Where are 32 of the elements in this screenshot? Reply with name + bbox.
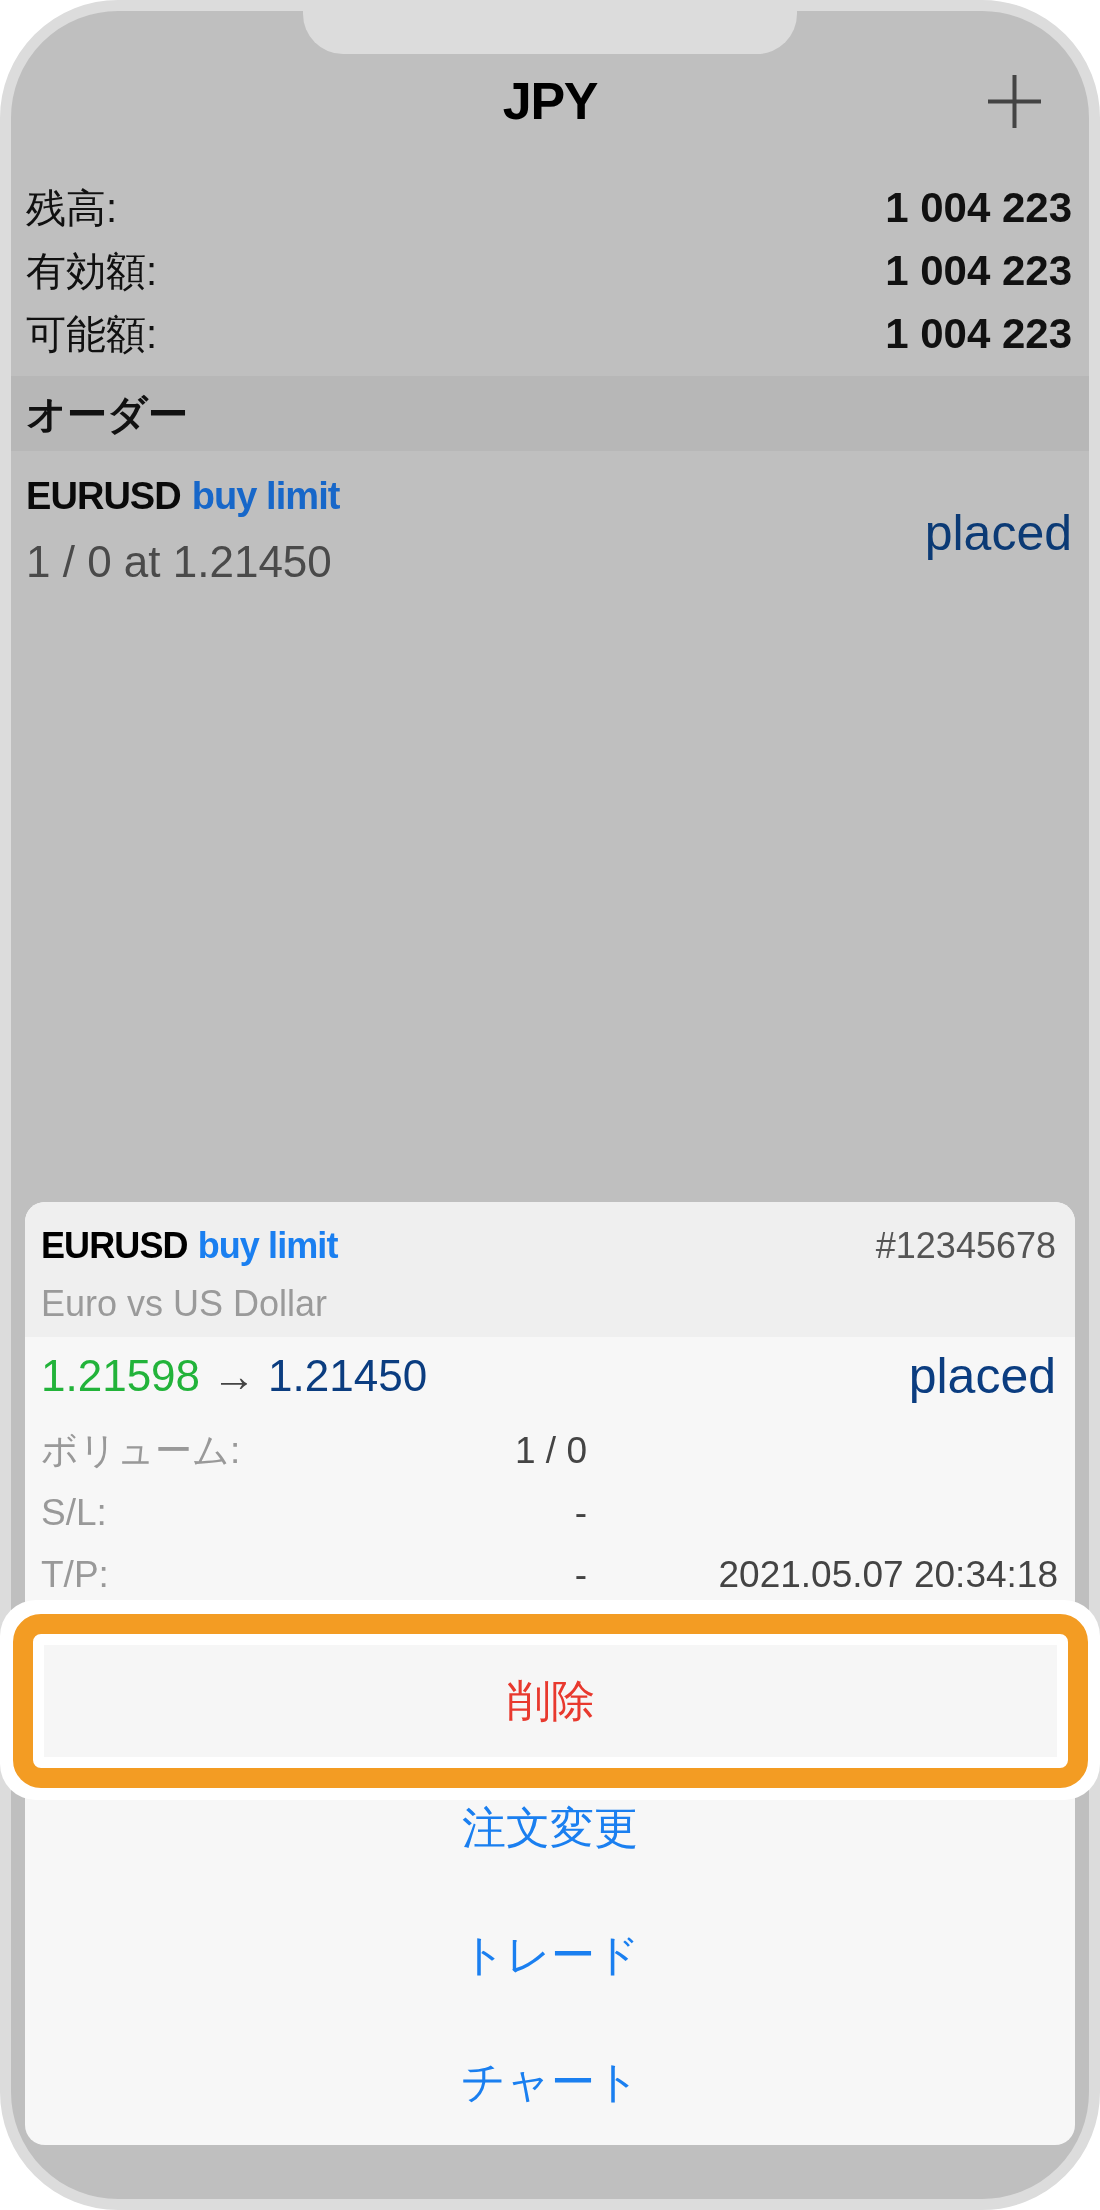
account-value: 1 004 223 xyxy=(885,309,1072,359)
action-button[interactable]: 削除 xyxy=(44,1645,1057,1757)
price-from: 1.21598 xyxy=(41,1350,201,1402)
account-value: 1 004 223 xyxy=(885,246,1072,296)
account-label: 可能額: xyxy=(26,310,158,358)
action-button[interactable]: チャート xyxy=(25,2018,1075,2145)
plus-icon[interactable] xyxy=(988,75,1041,128)
order-details: 1 / 0 at 1.21450 xyxy=(26,536,333,588)
order-type: buy limit xyxy=(191,474,340,519)
ticket-number: #12345678 xyxy=(875,1224,1056,1268)
action-button[interactable]: トレード xyxy=(25,1891,1075,2018)
field-value: - xyxy=(574,1491,587,1535)
action-button[interactable]: 注文変更 xyxy=(25,1800,1075,1891)
section-title: オーダー xyxy=(26,390,188,438)
field-label: S/L: xyxy=(41,1491,107,1535)
sheet-status: placed xyxy=(908,1348,1056,1404)
account-label: 残高: xyxy=(26,184,118,232)
field-label: ボリューム: xyxy=(41,1429,241,1473)
order-time: 2021.05.07 20:34:18 xyxy=(718,1553,1058,1597)
order-symbol: EURUSD xyxy=(26,474,181,519)
symbol-description: Euro vs US Dollar xyxy=(41,1283,328,1324)
price-to: 1.21450 xyxy=(268,1350,428,1402)
order-status: placed xyxy=(924,503,1072,563)
field-value: 1 / 0 xyxy=(515,1429,587,1473)
account-label: 有効額: xyxy=(26,247,158,295)
field-label: T/P: xyxy=(41,1553,109,1597)
field-value: - xyxy=(574,1553,587,1597)
price-arrow: → xyxy=(212,1350,257,1402)
screen-title: JPY xyxy=(502,73,598,129)
sheet-type: buy limit xyxy=(197,1224,338,1268)
sheet-symbol: EURUSD xyxy=(41,1224,188,1268)
account-value: 1 004 223 xyxy=(885,183,1072,233)
